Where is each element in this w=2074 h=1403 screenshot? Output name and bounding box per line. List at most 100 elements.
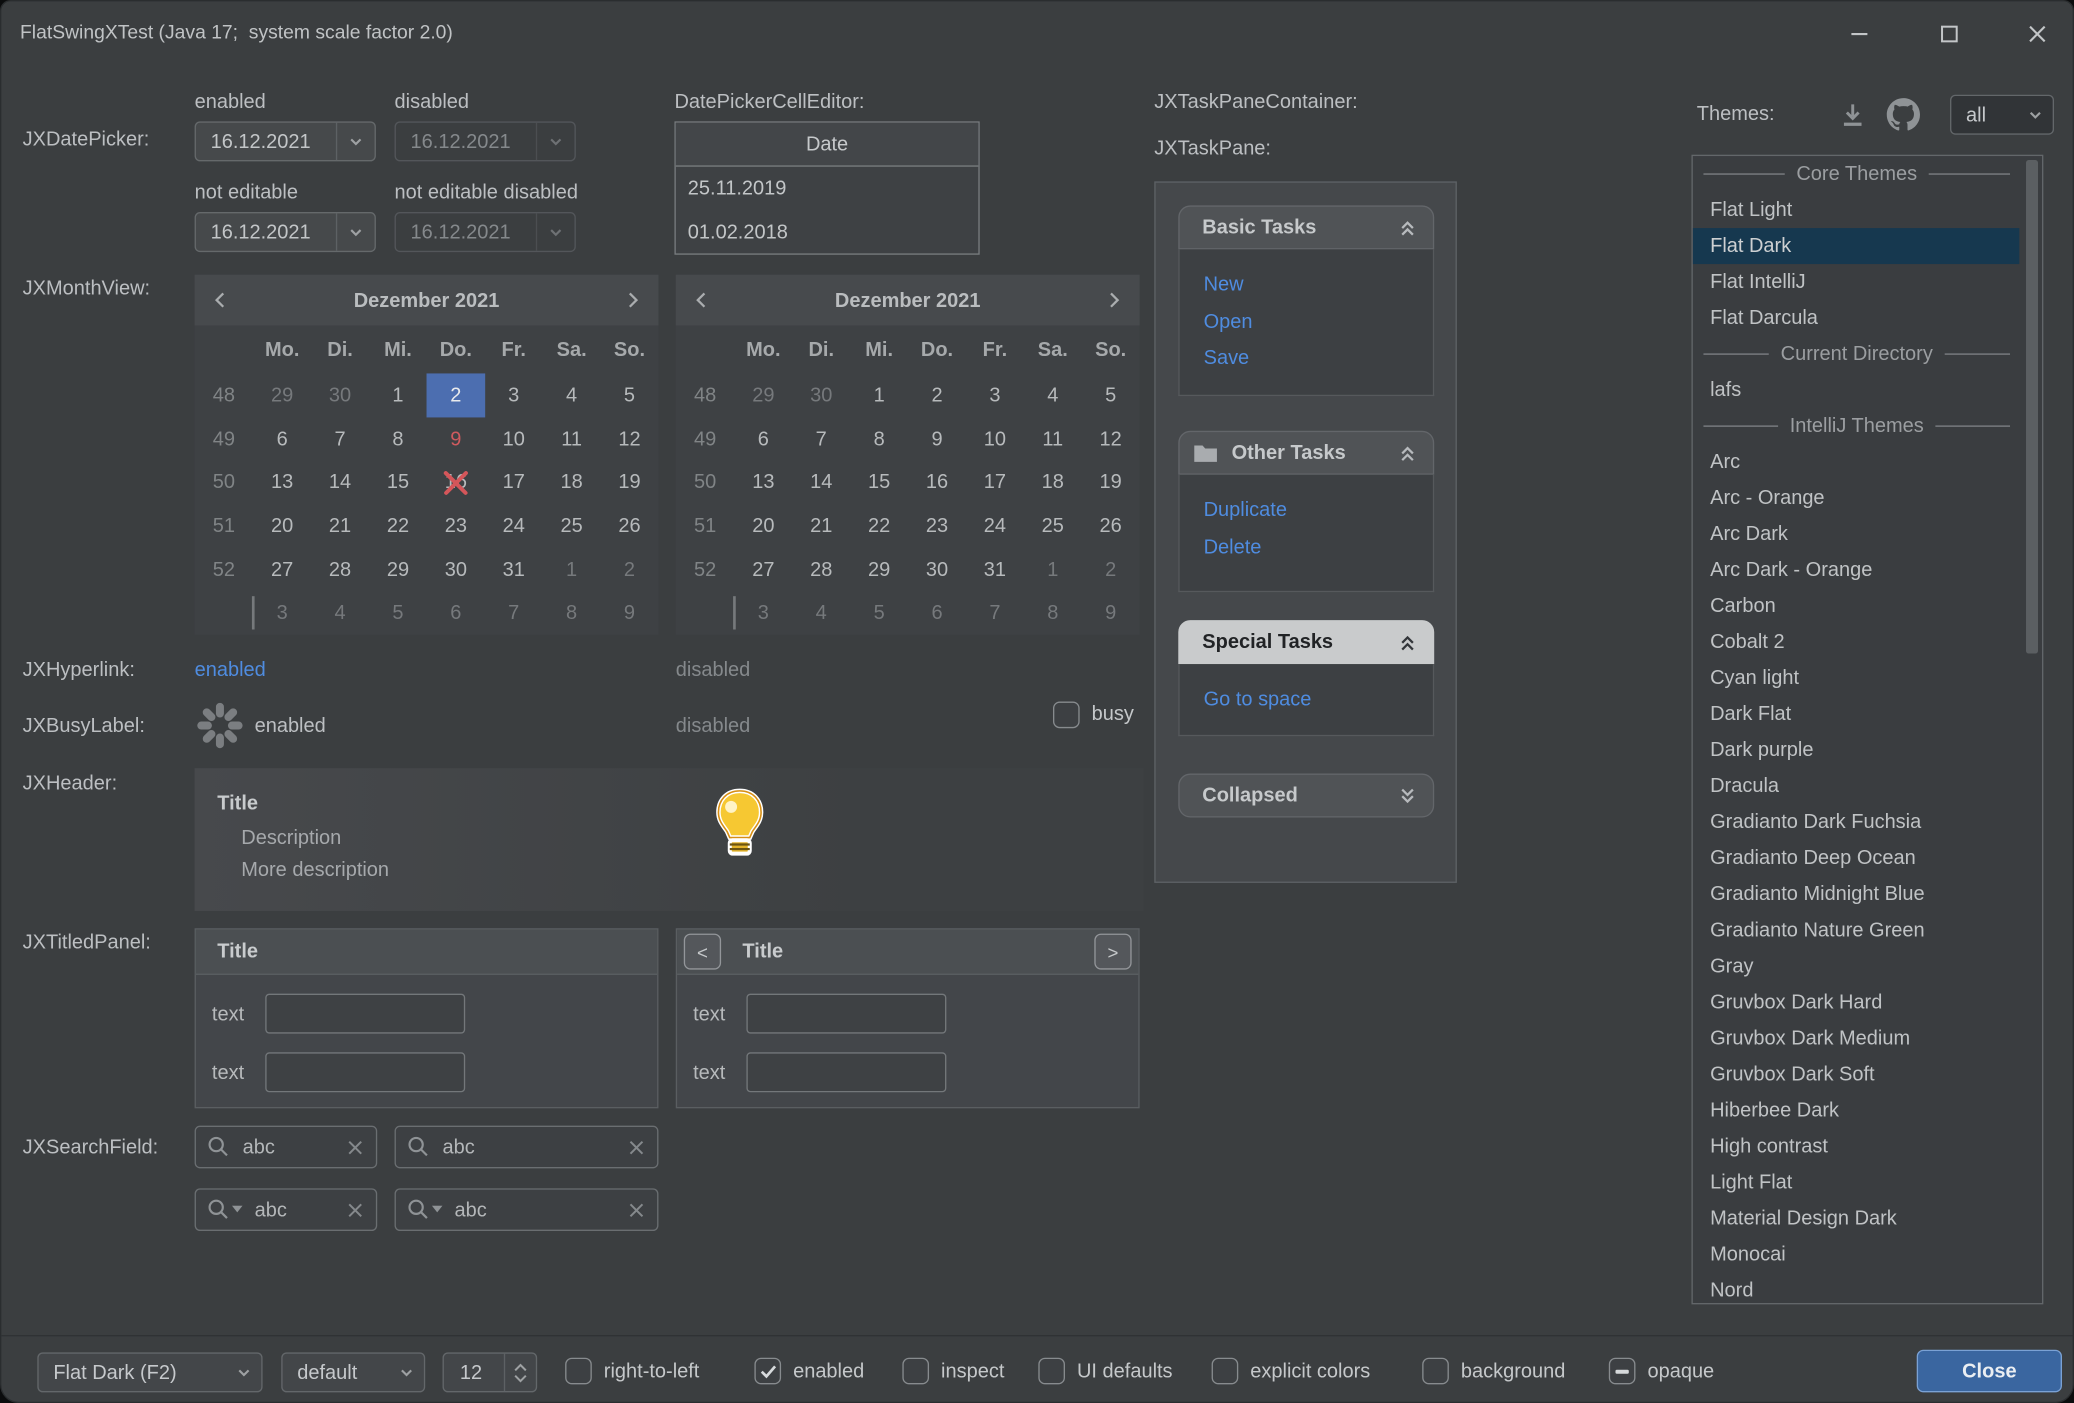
- next-month-button[interactable]: [610, 275, 655, 326]
- calendar-day[interactable]: 10: [485, 417, 543, 461]
- datepicker-dropdown-button[interactable]: [336, 123, 375, 160]
- calendar-day[interactable]: 20: [253, 504, 311, 548]
- calendar-day[interactable]: 15: [850, 461, 908, 505]
- calendar-day[interactable]: 8: [850, 417, 908, 461]
- theme-list-item[interactable]: Cobalt 2: [1693, 624, 2020, 660]
- calendar-day[interactable]: 25: [543, 504, 601, 548]
- next-button[interactable]: >: [1094, 934, 1131, 970]
- hyperlink-enabled[interactable]: enabled: [195, 659, 266, 682]
- calendar-day[interactable]: 8: [1024, 591, 1082, 635]
- calendar-day[interactable]: 21: [792, 504, 850, 548]
- calendar-day[interactable]: 6: [253, 417, 311, 461]
- calendar-day[interactable]: 12: [601, 417, 659, 461]
- calendar-day[interactable]: 23: [908, 504, 966, 548]
- calendar-day[interactable]: 24: [966, 504, 1024, 548]
- minimize-button[interactable]: [1830, 1, 1889, 65]
- calendar-day[interactable]: 19: [601, 461, 659, 505]
- calendar-day[interactable]: 9: [601, 591, 659, 635]
- calendar-day[interactable]: 29: [850, 548, 908, 592]
- taskpane-header[interactable]: Other Tasks: [1178, 431, 1434, 475]
- calendar-day[interactable]: 5: [1082, 373, 1140, 417]
- calendar-day[interactable]: 29: [369, 548, 427, 592]
- text-input[interactable]: [265, 1052, 465, 1092]
- calendar-day[interactable]: 17: [485, 461, 543, 505]
- calendar-day[interactable]: 27: [253, 548, 311, 592]
- search-field[interactable]: abc: [195, 1126, 378, 1169]
- calendar-day[interactable]: 4: [792, 591, 850, 635]
- scrollbar-thumb[interactable]: [2026, 160, 2038, 653]
- search-input[interactable]: abc: [443, 1198, 628, 1221]
- calendar-day[interactable]: 6: [734, 417, 792, 461]
- theme-list-item[interactable]: Flat Darcula: [1693, 300, 2020, 336]
- calendar-day[interactable]: 18: [1024, 461, 1082, 505]
- calendar-day[interactable]: 26: [1082, 504, 1140, 548]
- theme-list-item[interactable]: Flat Dark: [1693, 228, 2020, 264]
- task-link[interactable]: Open: [1204, 303, 1433, 340]
- calendar-day[interactable]: 9: [908, 417, 966, 461]
- calendar-day[interactable]: 1: [369, 373, 427, 417]
- calendar-day[interactable]: 18: [543, 461, 601, 505]
- calendar-day[interactable]: 11: [1024, 417, 1082, 461]
- previous-month-button[interactable]: [197, 275, 242, 326]
- theme-list-item[interactable]: Gradianto Deep Ocean: [1693, 840, 2020, 876]
- calendar-day[interactable]: 22: [850, 504, 908, 548]
- calendar-day[interactable]: 7: [485, 591, 543, 635]
- theme-list-item[interactable]: Hiberbee Dark: [1693, 1092, 2020, 1128]
- calendar-day[interactable]: 14: [792, 461, 850, 505]
- calendar-day[interactable]: 14: [311, 461, 369, 505]
- calendar-day[interactable]: 3: [734, 591, 792, 635]
- theme-list-item[interactable]: Gradianto Nature Green: [1693, 912, 2020, 948]
- search-field-with-menu[interactable]: abc: [195, 1188, 378, 1231]
- table-column-header[interactable]: Date: [676, 123, 979, 167]
- clear-icon[interactable]: [347, 1138, 364, 1155]
- calendar-day[interactable]: 9: [1082, 591, 1140, 635]
- calendar-day[interactable]: 30: [311, 373, 369, 417]
- theme-list-item[interactable]: Arc: [1693, 444, 2020, 480]
- calendar-day[interactable]: 13: [734, 461, 792, 505]
- calendar-day[interactable]: 5: [601, 373, 659, 417]
- checkbox-background[interactable]: background: [1422, 1336, 1565, 1403]
- theme-list-item[interactable]: Gruvbox Dark Soft: [1693, 1056, 2020, 1092]
- calendar-day[interactable]: 31: [966, 548, 1024, 592]
- text-input[interactable]: [746, 994, 946, 1034]
- calendar-day[interactable]: 5: [369, 591, 427, 635]
- calendar-day[interactable]: 2: [427, 373, 485, 417]
- checkbox-box[interactable]: [565, 1358, 592, 1385]
- theme-list-item[interactable]: Nord: [1693, 1272, 2020, 1304]
- checkbox-opaque[interactable]: opaque: [1609, 1336, 1714, 1403]
- calendar-day[interactable]: 27: [734, 548, 792, 592]
- checkbox-right-to-left[interactable]: right-to-left: [565, 1336, 699, 1403]
- datepicker-not-editable[interactable]: 16.12.2021: [195, 212, 376, 252]
- laf-combobox[interactable]: Flat Dark (F2): [37, 1352, 262, 1392]
- calendar-day[interactable]: 23: [427, 504, 485, 548]
- theme-list-item[interactable]: Cyan light: [1693, 660, 2020, 696]
- theme-list-item[interactable]: Arc Dark - Orange: [1693, 552, 2020, 588]
- search-field-with-menu[interactable]: abc: [395, 1188, 659, 1231]
- theme-list-item[interactable]: Gray: [1693, 948, 2020, 984]
- text-input[interactable]: [746, 1052, 946, 1092]
- search-menu-arrow-icon[interactable]: [232, 1206, 243, 1214]
- calendar-day[interactable]: 8: [543, 591, 601, 635]
- datepicker-dropdown-button[interactable]: [336, 213, 375, 250]
- calendar-day[interactable]: 5: [850, 591, 908, 635]
- calendar-day[interactable]: 2: [908, 373, 966, 417]
- calendar-day[interactable]: 29: [253, 373, 311, 417]
- calendar-day[interactable]: 2: [1082, 548, 1140, 592]
- checkbox-box[interactable]: [1212, 1358, 1239, 1385]
- previous-month-button[interactable]: [678, 275, 723, 326]
- checkbox-ui-defaults[interactable]: UI defaults: [1038, 1336, 1172, 1403]
- taskpane-header[interactable]: Special Tasks: [1178, 620, 1434, 664]
- calendar-day[interactable]: 20: [734, 504, 792, 548]
- search-input[interactable]: abc: [431, 1136, 628, 1159]
- month-view-decorated[interactable]: Dezember 2021 Mo.Di.Mi.Do.Fr.Sa.So.48293…: [195, 275, 659, 635]
- theme-list-item[interactable]: Material Design Dark: [1693, 1200, 2020, 1236]
- download-themes-button[interactable]: [1838, 100, 1867, 129]
- date-value[interactable]: 16.12.2021: [196, 130, 336, 153]
- calendar-day[interactable]: 28: [792, 548, 850, 592]
- calendar-day[interactable]: 17: [966, 461, 1024, 505]
- calendar-day[interactable]: 11: [543, 417, 601, 461]
- taskpane-header[interactable]: Collapsed: [1178, 774, 1434, 818]
- calendar-day[interactable]: 4: [311, 591, 369, 635]
- calendar-day[interactable]: 30: [792, 373, 850, 417]
- checkbox-busy[interactable]: busy: [1053, 684, 1134, 744]
